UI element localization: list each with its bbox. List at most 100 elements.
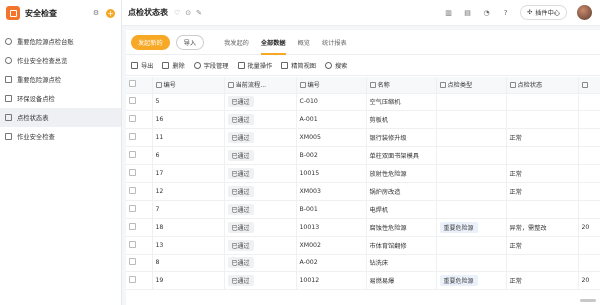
row-select[interactable] [126,254,153,273]
building-icon[interactable]: ▥ [444,8,453,17]
grid-icon [281,61,289,69]
table-row[interactable]: 11 已通过 XM005 银行装修升级 正常 [126,128,600,148]
sidebar-item-2[interactable]: 重要危险源点检 [0,70,121,89]
cell-flow: 已通过 [224,218,297,237]
cell-flow: 已通过 [224,128,297,148]
table-row[interactable]: 6 已通过 B-002 单柱双面书架模具 [126,146,600,166]
row-checkbox[interactable] [129,204,136,212]
field-manage-button[interactable]: 字段管理 [193,61,229,70]
row-select[interactable] [126,93,153,112]
compact-view-button[interactable]: 精简视图 [281,61,316,70]
row-checkbox[interactable] [129,151,136,159]
column-header[interactable] [578,77,600,94]
delete-button[interactable]: 删除 [162,61,185,70]
sidebar-item-0[interactable]: 重要危险源点检台账 [0,32,121,51]
avatar[interactable] [577,5,592,20]
table-row[interactable]: 13 已通过 XM002 市体育馆翻修 正常 [126,236,600,255]
data-table-wrapper: 编号 当前流程... 编号 名称 点检类型 点检状态 5 已通过 C-010 空气压缩… [126,77,600,305]
new-record-button[interactable]: 发起新的 [131,34,170,50]
cell-id: 6 [152,146,225,166]
row-select[interactable] [126,146,153,166]
delete-label: 删除 [172,62,185,70]
row-checkbox[interactable] [129,169,136,176]
main-content: 发起新的 导入 我发起的 全部数据 概览 统计报表 导出 删除 字段管理 批量操… [126,30,600,305]
table-row[interactable]: 16 已通过 A-001 剪板机 [126,110,600,130]
row-checkbox[interactable] [129,258,136,266]
cell-flow: 已通过 [224,271,297,291]
document-icon[interactable]: ▤ [463,8,472,17]
cell-type [436,254,507,273]
sidebar-item-1[interactable]: 作业安全检查总览 [0,51,121,70]
cell-flow: 已通过 [224,110,297,130]
tab-overview[interactable]: 概览 [298,30,310,55]
share-icon[interactable]: ⊙ [185,9,191,17]
row-select[interactable] [126,271,153,291]
row-checkbox[interactable] [129,115,136,123]
cell-code: A-001 [296,110,367,130]
cell-name: 易燃易爆 [366,271,437,291]
settings-icon[interactable]: ⚙ [91,8,101,18]
column-header-label: 当前流程... [235,82,267,90]
plugin-center-button[interactable]: ✣ 插件中心 [520,5,567,20]
row-checkbox[interactable] [129,186,136,194]
tab-all-data[interactable]: 全部数据 [260,30,286,55]
sidebar-item-4[interactable]: 点检状态表 [0,108,121,127]
column-header[interactable]: 点检类型 [436,77,507,94]
bell-icon[interactable]: ◔ [482,8,491,17]
flow-field-icon [227,81,234,88]
row-checkbox[interactable] [129,133,136,141]
table-row[interactable]: 7 已通过 B-001 电焊机 [126,200,600,219]
row-checkbox[interactable] [129,97,136,105]
column-header[interactable]: 点检状态 [506,77,579,94]
table-header-row: 编号 当前流程... 编号 名称 点检类型 点检状态 [126,77,600,94]
row-select[interactable] [126,110,153,130]
sidebar-item-3[interactable]: 环保设备点检 [0,89,121,108]
import-button[interactable]: 导入 [175,34,205,50]
number-field-icon [155,81,162,88]
search-button[interactable]: 搜索 [325,61,347,70]
select-all-checkbox[interactable] [129,80,136,88]
cell-flow: 已通过 [224,254,297,273]
help-icon[interactable]: ? [501,8,510,17]
column-header[interactable]: 名称 [366,77,437,94]
heart-icon[interactable]: ♡ [174,9,180,17]
row-select[interactable] [126,128,153,148]
tab-mine[interactable]: 我发起的 [224,30,249,55]
cell-code: C-010 [296,93,367,112]
row-checkbox[interactable] [129,240,136,248]
cell-extra [578,182,600,201]
wrench-icon[interactable]: ✎ [196,9,202,17]
row-checkbox[interactable] [129,276,136,284]
header-select-all[interactable] [126,77,153,94]
row-select[interactable] [126,200,153,219]
app-logo-icon [6,6,20,20]
add-page-button[interactable]: + [106,8,115,18]
horizontal-scrollbar[interactable] [580,299,596,302]
table-row[interactable]: 18 已通过 10013 腐蚀性危险源 重要危险源 异常，需整改 20 [126,218,600,237]
cell-name: 空气压缩机 [366,93,437,112]
table-row[interactable]: 5 已通过 C-010 空气压缩机 [126,93,600,112]
row-select[interactable] [126,164,153,183]
table-row[interactable]: 8 已通过 A-002 钻洗床 [126,254,600,273]
cell-name: 电焊机 [366,200,437,219]
row-checkbox[interactable] [129,222,136,230]
table-row[interactable]: 12 已通过 XM003 锅炉房改造 正常 [126,182,600,201]
row-select[interactable] [126,182,153,201]
table-row[interactable]: 19 已通过 10012 易燃易爆 重要危险源 正常 20 [126,271,600,291]
flow-status-tag: 已通过 [227,132,254,144]
export-button[interactable]: 导出 [131,61,153,70]
sidebar-item-label: 作业安全检查 [17,134,55,141]
table-row[interactable]: 17 已通过 10015 放射性危险源 正常 [126,164,600,183]
sidebar-item-5[interactable]: 作业安全检查 [0,127,121,146]
cell-status [506,254,579,273]
flow-status-tag: 已通过 [227,275,254,287]
column-header[interactable]: 编号 [296,77,367,94]
cell-extra [578,93,600,112]
column-header[interactable]: 当前流程... [224,77,297,94]
row-select[interactable] [126,218,153,237]
tab-reports[interactable]: 统计报表 [322,30,347,55]
batch-action-button[interactable]: 批量操作 [237,61,272,70]
row-select[interactable] [126,236,153,255]
column-header[interactable]: 编号 [152,77,225,94]
cell-status [506,146,579,166]
